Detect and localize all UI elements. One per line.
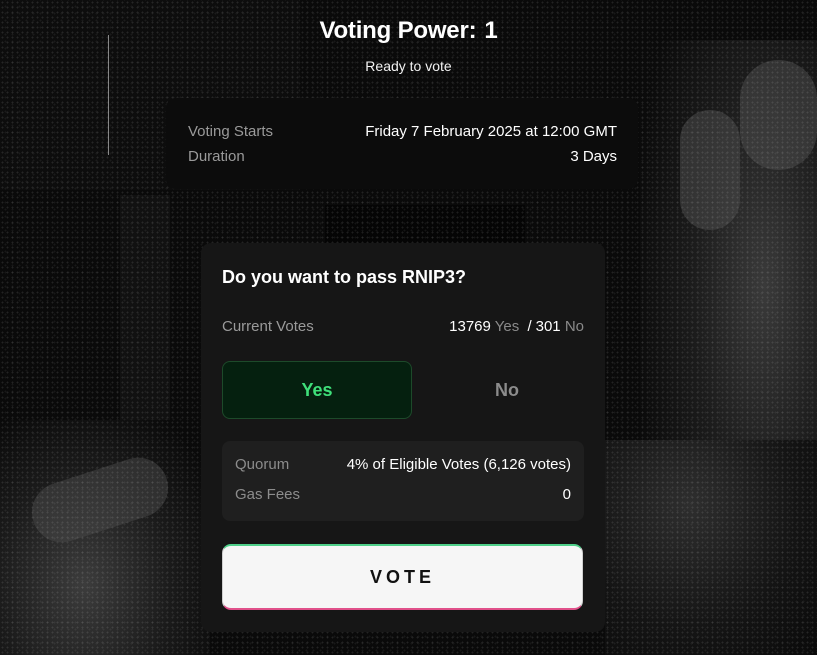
no-option-button[interactable]: No [412, 361, 602, 419]
quorum-fees-panel: Quorum 4% of Eligible Votes (6,126 votes… [222, 441, 584, 521]
voting-power-heading: Voting Power: 1 [0, 17, 817, 45]
votes-separator: / [527, 318, 532, 335]
vote-button[interactable]: VOTE [222, 544, 583, 610]
proposal-question: Do you want to pass RNIP3? [222, 267, 467, 287]
no-count: 301 [535, 318, 561, 335]
vote-status-text: Ready to vote [365, 58, 452, 74]
yes-count-label: Yes [494, 318, 520, 335]
quorum-value: 4% of Eligible Votes (6,126 votes) [346, 456, 571, 473]
quorum-row: Quorum 4% of Eligible Votes (6,126 votes… [235, 456, 571, 486]
duration-row: Duration 3 Days [188, 147, 617, 172]
voting-start-row: Voting Starts Friday 7 February 2025 at … [188, 122, 617, 147]
duration-label: Duration [188, 148, 245, 165]
yes-option-button[interactable]: Yes [222, 361, 412, 419]
gas-fees-row: Gas Fees 0 [235, 486, 571, 516]
voting-schedule-card: Voting Starts Friday 7 February 2025 at … [166, 98, 638, 189]
voting-power-label: Voting Power: [319, 17, 477, 44]
vote-card: Do you want to pass RNIP3? Current Votes… [201, 243, 605, 632]
current-votes-counts: 13769 Yes /301 No [449, 318, 584, 335]
voting-start-value: Friday 7 February 2025 at 12:00 GMT [365, 123, 617, 140]
quorum-label: Quorum [235, 456, 290, 473]
voting-start-label: Voting Starts [188, 123, 274, 140]
no-count-label: No [564, 318, 584, 335]
gas-fees-value: 0 [562, 486, 571, 503]
gas-fees-label: Gas Fees [235, 486, 301, 503]
voting-power-value: 1 [484, 17, 498, 44]
yes-count: 13769 [449, 318, 491, 335]
current-votes-label: Current Votes [222, 318, 314, 335]
current-votes-row: Current Votes 13769 Yes /301 No [222, 318, 584, 335]
duration-value: 3 Days [570, 148, 617, 165]
